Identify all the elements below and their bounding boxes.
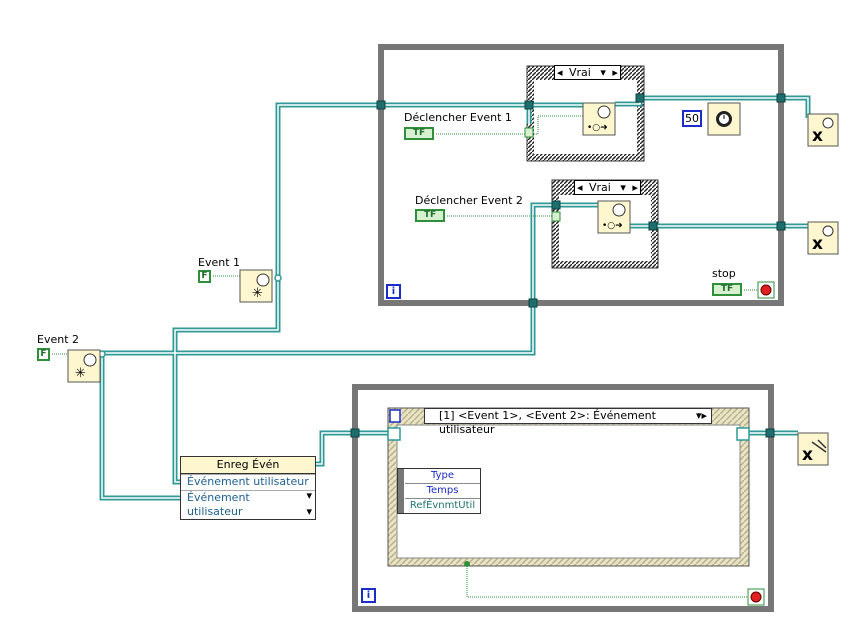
stop-terminal-upper[interactable] <box>757 281 775 299</box>
stop-label: stop <box>712 267 736 280</box>
wait-ms-constant[interactable]: 50 <box>682 110 702 127</box>
event-data-node[interactable]: Type Temps RefÉvnmtUtil <box>397 468 481 514</box>
wait-ms-node[interactable] <box>707 102 741 136</box>
case2-selector-value: Vrai <box>589 181 611 194</box>
block-diagram-canvas: ✳ ✳ •○➜ •○➜ x x x <box>52 44 839 612</box>
case1-next-arrow-icon[interactable]: ▸ <box>612 66 618 79</box>
case1-prev-arrow-icon[interactable]: ◂ <box>557 66 563 79</box>
register-input-1[interactable]: Événement utilisateur ▾ <box>181 474 315 502</box>
case1-selector[interactable]: ◂ Vrai ▾ ▸ <box>554 65 621 80</box>
lower-loop-iteration-terminal: i <box>361 588 376 603</box>
case2-dropdown-icon[interactable]: ▾ <box>620 181 626 194</box>
event-data-refnum[interactable]: RefÉvnmtUtil <box>405 499 480 513</box>
event-reg-terminal-out <box>736 427 750 441</box>
event-timeout-terminal <box>389 409 401 423</box>
destroy-user-event-1-node[interactable]: x <box>807 113 839 147</box>
case1-selector-terminal <box>524 127 534 138</box>
svg-text:x: x <box>812 234 823 254</box>
upper-loop-iteration-terminal: i <box>386 284 401 299</box>
case1-selector-value: Vrai <box>569 66 591 79</box>
event1-false-constant[interactable]: F <box>198 270 211 283</box>
trigger1-label: Déclencher Event 1 <box>404 111 512 124</box>
trigger1-boolean-terminal[interactable]: TF <box>404 127 434 140</box>
generate-user-event-2-node[interactable]: •○➜ <box>597 200 631 234</box>
event-selector-dropdown-icon[interactable]: ▾▸ <box>696 409 707 423</box>
trigger2-boolean-terminal[interactable]: TF <box>415 209 445 222</box>
svg-text:x: x <box>812 126 823 146</box>
case2-prev-arrow-icon[interactable]: ◂ <box>577 181 583 194</box>
register-for-events-node[interactable]: Enreg Évén Événement utilisateur ▾ Événe… <box>180 456 316 520</box>
event2-false-constant[interactable]: F <box>37 348 50 361</box>
event2-label: Event 2 <box>37 333 80 346</box>
svg-text:x: x <box>802 445 813 465</box>
stop-terminal-lower[interactable] <box>747 588 765 606</box>
svg-text:•○➜: •○➜ <box>587 123 608 133</box>
chevron-down-icon: ▾ <box>306 489 312 502</box>
generate-user-event-1-node[interactable]: •○➜ <box>582 102 616 136</box>
chevron-down-icon: ▾ <box>306 505 312 518</box>
event-data-type[interactable]: Type <box>405 469 480 484</box>
unregister-events-node[interactable]: x <box>797 432 829 466</box>
register-input-2[interactable]: Événement utilisateur ▾ <box>181 490 315 518</box>
case2-selector-terminal <box>551 211 561 222</box>
create-user-event-1-node[interactable]: ✳ <box>239 269 273 303</box>
destroy-user-event-2-node[interactable]: x <box>807 221 839 255</box>
event-reg-terminal-in <box>387 427 401 441</box>
stop-boolean-terminal[interactable]: TF <box>712 283 742 296</box>
event-data-time[interactable]: Temps <box>405 484 480 499</box>
event1-label: Event 1 <box>198 256 241 269</box>
svg-text:✳: ✳ <box>252 286 263 301</box>
trigger2-label: Déclencher Event 2 <box>415 194 523 207</box>
register-node-title: Enreg Évén <box>181 457 315 474</box>
event-case-selector[interactable]: [1] <Event 1>, <Event 2>: Événement util… <box>424 408 712 436</box>
svg-text:•○➜: •○➜ <box>602 221 623 231</box>
create-user-event-2-node[interactable]: ✳ <box>67 349 101 383</box>
svg-text:✳: ✳ <box>75 366 86 381</box>
case2-next-arrow-icon[interactable]: ▸ <box>632 181 638 194</box>
case2-selector[interactable]: ◂ Vrai ▾ ▸ <box>574 180 641 195</box>
case1-dropdown-icon[interactable]: ▾ <box>600 66 606 79</box>
